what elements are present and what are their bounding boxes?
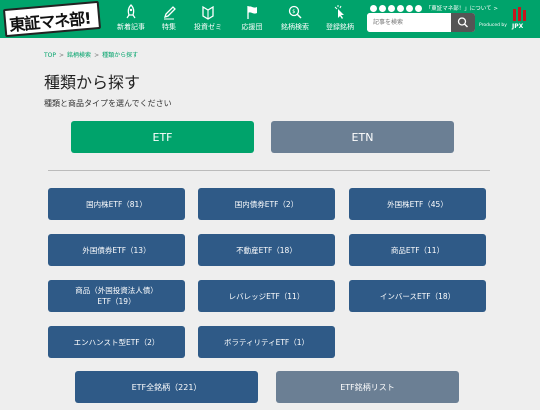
search-icon [457, 17, 468, 28]
pointer-click-icon [323, 4, 357, 22]
rocket-icon [114, 4, 148, 22]
category-button-commodity[interactable]: 商品ETF（11） [349, 234, 486, 266]
nav-new-articles[interactable]: 新着記事 [114, 4, 148, 36]
search-input[interactable] [367, 13, 451, 32]
category-button-inverse[interactable]: インバースETF（18） [349, 280, 486, 312]
breadcrumb-separator: > [94, 52, 100, 59]
category-button-foreign-stock[interactable]: 外国株ETF（45） [349, 188, 486, 220]
youtube-icon[interactable] [388, 5, 395, 12]
produced-by-label: Produced by [479, 23, 507, 28]
line-icon[interactable] [406, 5, 413, 12]
breadcrumb-separator: > [59, 52, 65, 59]
nav-label: 特集 [162, 23, 176, 31]
svg-text:$: $ [292, 9, 295, 15]
jpx-logo-text: JPX [512, 23, 524, 30]
nav-supporters[interactable]: 応援団 [237, 4, 267, 36]
nav-registered-stocks[interactable]: 登録銘柄 [323, 4, 357, 36]
instagram-icon[interactable] [397, 5, 404, 12]
divider [48, 170, 490, 171]
hat-icon [191, 4, 225, 22]
site-header: 東証マネ部! 新着記事 特集 投資ゼミ 応援団 $ 銘柄検索 登録銘柄 「東証マ… [0, 0, 540, 38]
site-logo[interactable]: 東証マネ部! [2, 0, 102, 38]
nav-label: 応援団 [241, 23, 263, 31]
nav-label: 新着記事 [117, 23, 145, 31]
category-button-foreign-bond[interactable]: 外国債券ETF（13） [48, 234, 185, 266]
facebook-icon[interactable] [370, 5, 377, 12]
about-link[interactable]: 「東証マネ部！」について > [426, 6, 498, 12]
twitter-icon[interactable] [379, 5, 386, 12]
breadcrumb-top[interactable]: TOP [44, 52, 56, 59]
nav-stock-search[interactable]: $ 銘柄検索 [278, 4, 312, 36]
search-button[interactable] [451, 13, 475, 32]
breadcrumb-current: 種類から探す [102, 52, 139, 59]
nav-label: 投資ゼミ [194, 23, 222, 31]
category-button-enhanced[interactable]: エンハンスト型ETF（2） [48, 326, 185, 358]
category-button-real-estate[interactable]: 不動産ETF（18） [198, 234, 335, 266]
category-button-commodity-foreign-bond[interactable]: 商品（外国投資法人債） ETF（19） [48, 280, 185, 312]
nav-label: 登録銘柄 [326, 23, 354, 31]
breadcrumb: TOP > 銘柄検索 > 種類から探す [44, 50, 138, 59]
magnifier-coin-icon: $ [278, 4, 312, 22]
etf-list-button[interactable]: ETF銘柄リスト [276, 371, 459, 403]
social-bar: 「東証マネ部！」について > [370, 4, 498, 13]
breadcrumb-stock-search[interactable]: 銘柄検索 [67, 52, 91, 59]
etn-tab-button[interactable]: ETN [271, 121, 454, 153]
etf-tab-button[interactable]: ETF [71, 121, 254, 153]
page-title: 種類から探す [44, 73, 141, 92]
search-box [367, 13, 475, 32]
nav-features[interactable]: 特集 [157, 4, 181, 36]
nav-label: 銘柄検索 [281, 23, 309, 31]
flag-icon [237, 4, 267, 22]
category-button-domestic-bond[interactable]: 国内債券ETF（2） [198, 188, 335, 220]
nav-seminar[interactable]: 投資ゼミ [191, 4, 225, 36]
all-etf-button[interactable]: ETF全銘柄（221） [75, 371, 258, 403]
category-button-leverage[interactable]: レバレッジETF（11） [198, 280, 335, 312]
page: 東証マネ部! 新着記事 特集 投資ゼミ 応援団 $ 銘柄検索 登録銘柄 「東証マ… [0, 0, 540, 410]
category-button-volatility[interactable]: ボラティリティETF（1） [198, 326, 335, 358]
info-icon [415, 5, 422, 12]
pen-icon [157, 4, 181, 22]
page-subtitle: 種類と商品タイプを選んでください [44, 99, 172, 108]
category-button-domestic-stock[interactable]: 国内株ETF（81） [48, 188, 185, 220]
logo-text: 東証マネ部! [8, 8, 92, 35]
